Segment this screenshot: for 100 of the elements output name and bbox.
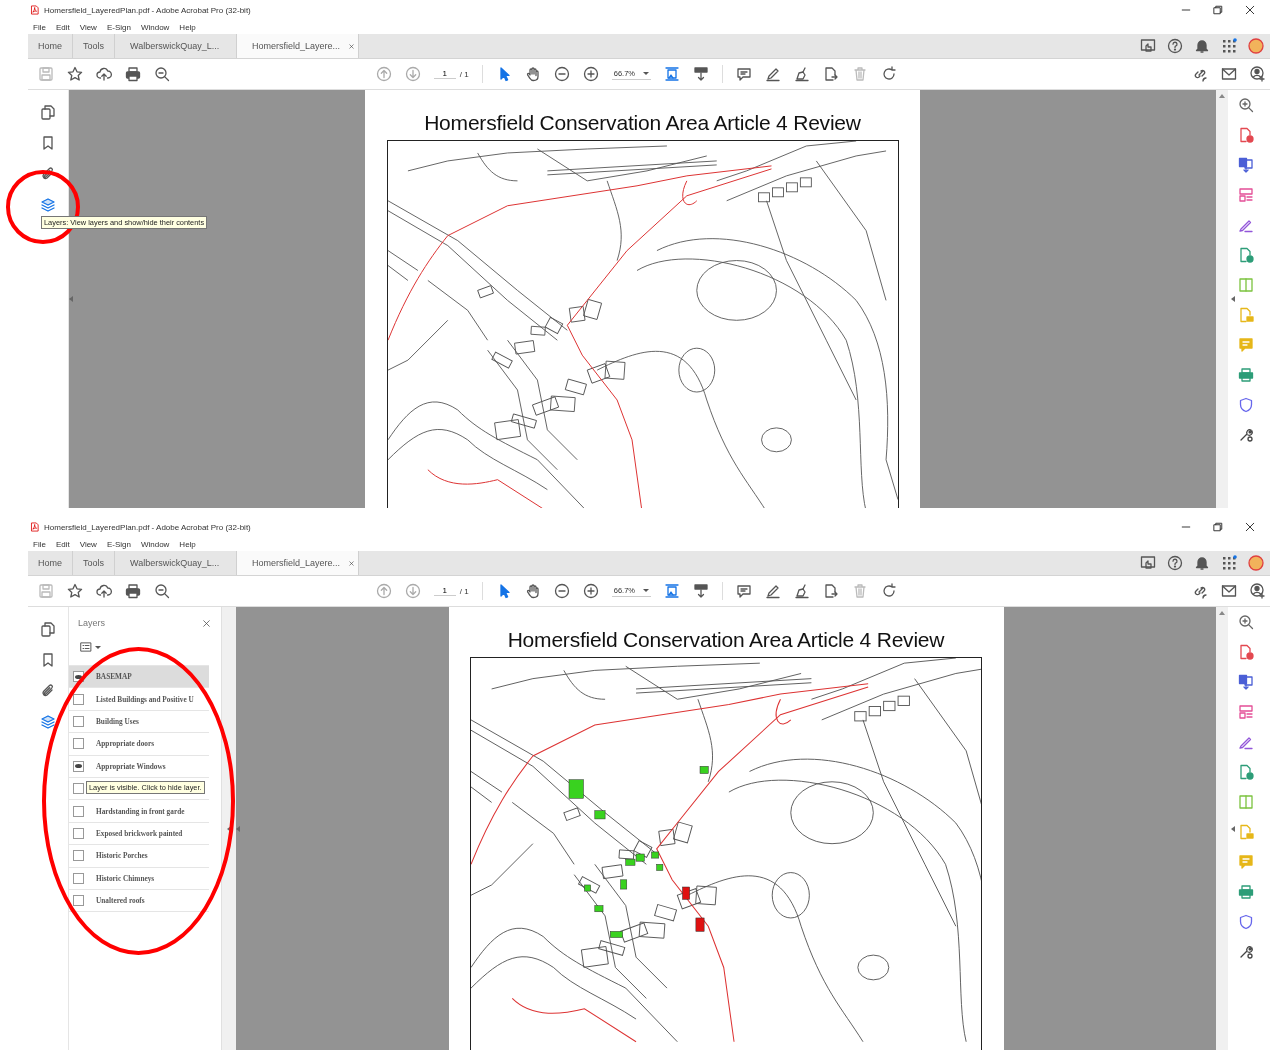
visibility-checkbox[interactable] <box>73 895 84 907</box>
restore-icon[interactable] <box>1212 521 1224 533</box>
mail-icon[interactable] <box>1221 66 1237 82</box>
layers-icon[interactable] <box>40 197 56 213</box>
cloud-upload-icon[interactable] <box>96 583 112 599</box>
scrollbar[interactable] <box>1216 90 1228 508</box>
fit-page-icon[interactable] <box>664 583 680 599</box>
restore-icon[interactable] <box>1212 4 1224 16</box>
scroll-mode-icon[interactable] <box>693 66 709 82</box>
options-button[interactable] <box>78 639 103 655</box>
document-plus-icon[interactable] <box>1238 127 1254 143</box>
visibility-checkbox[interactable] <box>73 872 84 884</box>
menu-item[interactable]: Help <box>174 22 201 32</box>
visibility-checkbox[interactable] <box>73 805 84 817</box>
hand-icon[interactable] <box>524 66 541 82</box>
layout-icon[interactable] <box>1238 704 1254 720</box>
printer-icon[interactable] <box>125 583 141 599</box>
menu-item[interactable]: Help <box>174 539 201 549</box>
visibility-checkbox[interactable] <box>73 783 84 795</box>
zoom-search-icon[interactable] <box>1238 97 1254 113</box>
avatar-icon[interactable] <box>1248 38 1264 54</box>
page-number-field[interactable]: 1 <box>433 69 456 79</box>
menu-item[interactable]: Window <box>135 22 175 32</box>
menu-item[interactable]: Window <box>135 539 175 549</box>
panel-close-button[interactable] <box>202 618 211 628</box>
comment-icon[interactable] <box>736 583 752 599</box>
printer-icon[interactable] <box>1238 884 1254 900</box>
zoom-search-icon[interactable] <box>154 583 170 599</box>
visibility-checkbox[interactable] <box>73 760 84 772</box>
visibility-checkbox[interactable] <box>73 827 84 839</box>
bell-icon[interactable] <box>1194 38 1210 54</box>
zoom-search-icon[interactable] <box>1238 614 1254 630</box>
paperclip-icon[interactable] <box>40 683 56 699</box>
help-icon[interactable] <box>1167 38 1183 54</box>
visibility-checkbox[interactable] <box>73 850 84 862</box>
pen-nib-icon[interactable] <box>794 583 810 599</box>
star-icon[interactable] <box>67 66 83 82</box>
rotate-icon[interactable] <box>881 583 897 599</box>
screen-share-icon[interactable] <box>1140 555 1156 571</box>
apps-grid-icon[interactable] <box>1221 38 1237 54</box>
comment-icon[interactable] <box>736 66 752 82</box>
pen-nib-icon[interactable] <box>794 66 810 82</box>
visibility-checkbox[interactable] <box>73 693 84 705</box>
cloud-upload-icon[interactable] <box>96 66 112 82</box>
menu-item[interactable]: View <box>74 539 102 549</box>
zoom-in-icon[interactable] <box>582 583 599 599</box>
menu-item[interactable]: View <box>74 22 102 32</box>
tab-close-icon[interactable] <box>348 559 356 567</box>
bookmark-icon[interactable] <box>40 652 56 668</box>
close-icon[interactable] <box>1244 4 1256 16</box>
menu-item[interactable]: E-Sign <box>101 22 136 32</box>
visibility-checkbox[interactable] <box>73 671 84 683</box>
documents-arrow-icon[interactable] <box>1238 157 1254 173</box>
mail-icon[interactable] <box>1221 583 1237 599</box>
visibility-checkbox[interactable] <box>73 715 84 727</box>
document-arrow-icon[interactable] <box>823 66 839 82</box>
shield-icon[interactable] <box>1238 914 1254 930</box>
wrench-icon[interactable] <box>1238 427 1254 443</box>
layers-icon[interactable] <box>40 714 56 730</box>
wrench-icon[interactable] <box>1238 944 1254 960</box>
document-plus-icon[interactable] <box>1238 247 1254 263</box>
rotate-icon[interactable] <box>881 66 897 82</box>
zoom-out-icon[interactable] <box>553 66 570 82</box>
documents-arrow-icon[interactable] <box>1238 674 1254 690</box>
pages-icon[interactable] <box>40 104 56 120</box>
scrollbar[interactable] <box>1216 607 1228 1050</box>
menu-item[interactable]: Edit <box>50 22 75 32</box>
pages-icon[interactable] <box>40 621 56 637</box>
user-add-icon[interactable] <box>1250 66 1266 82</box>
paperclip-icon[interactable] <box>40 166 56 182</box>
avatar-icon[interactable] <box>1248 555 1264 571</box>
shield-icon[interactable] <box>1238 397 1254 413</box>
screen-share-icon[interactable] <box>1140 38 1156 54</box>
zoom-in-icon[interactable] <box>582 66 599 82</box>
visibility-checkbox[interactable] <box>73 738 84 750</box>
pen-icon[interactable] <box>765 66 781 82</box>
printer-icon[interactable] <box>1238 367 1254 383</box>
document-arrow-icon[interactable] <box>823 583 839 599</box>
menu-item[interactable]: File <box>28 539 51 549</box>
help-icon[interactable] <box>1167 555 1183 571</box>
printer-icon[interactable] <box>125 66 141 82</box>
layout-icon[interactable] <box>1238 187 1254 203</box>
tab[interactable]: Homersfield_Layere... <box>237 551 360 575</box>
pen-icon[interactable] <box>765 583 781 599</box>
fit-page-icon[interactable] <box>664 66 680 82</box>
bookmark-icon[interactable] <box>40 135 56 151</box>
zoom-search-icon[interactable] <box>154 66 170 82</box>
close-icon[interactable] <box>1244 521 1256 533</box>
apps-grid-icon[interactable] <box>1221 555 1237 571</box>
tab[interactable]: Homersfield_Layere... <box>237 34 360 58</box>
tab-close-icon[interactable] <box>348 42 356 50</box>
star-icon[interactable] <box>67 583 83 599</box>
bell-icon[interactable] <box>1194 555 1210 571</box>
zoom-out-icon[interactable] <box>553 583 570 599</box>
document-plus-icon[interactable] <box>1238 644 1254 660</box>
hand-icon[interactable] <box>524 583 541 599</box>
user-add-icon[interactable] <box>1250 583 1266 599</box>
scroll-mode-icon[interactable] <box>693 583 709 599</box>
menu-item[interactable]: File <box>28 22 51 32</box>
menu-item[interactable]: E-Sign <box>101 539 136 549</box>
